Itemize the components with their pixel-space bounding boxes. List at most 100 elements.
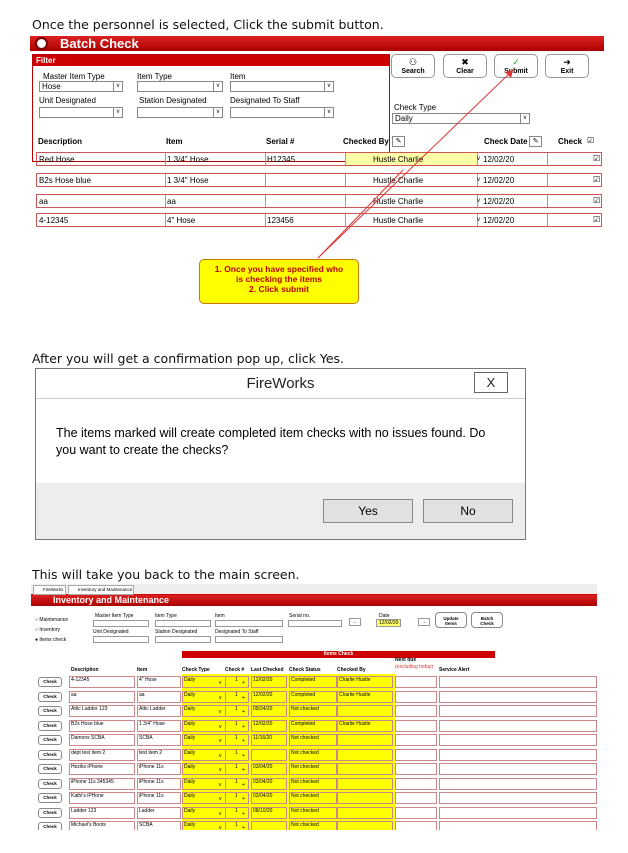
row-check-number: 1 [235, 778, 238, 785]
main-date-field[interactable]: 12/02/20 [376, 619, 402, 627]
confirmation-dialog: FireWorks X The items marked will create… [35, 368, 526, 540]
row-check-type: Daily [184, 749, 196, 756]
chevron-down-icon[interactable]: v [219, 767, 222, 773]
row-description: Damons SCBA [71, 735, 105, 741]
radio-inventory-label: Inventory [39, 627, 60, 633]
row-check-number: 1 [235, 735, 238, 741]
radio-inventory[interactable]: ○ Inventory [35, 627, 60, 633]
row-check-type: Daily [184, 706, 196, 712]
row-check-status: Not checked [291, 822, 319, 828]
chevron-down-icon[interactable]: v [219, 825, 222, 830]
table-row: Check Damons SCBA SCBA Daily 1 11/16/20 Not ch… [31, 733, 597, 748]
main-unit-select[interactable] [93, 636, 149, 643]
row-description: aa [71, 691, 77, 698]
table-row: Check B2s Hose blue 1 3/4" Hose Daily 1 12/02… [31, 719, 597, 734]
caption-confirm: After you will get a confirmation pop up… [32, 351, 345, 366]
radio-maintenance[interactable]: ○ Maintenance [35, 617, 68, 623]
increment-icon[interactable]: + [242, 695, 245, 701]
main-header-next-due-note: (excluding today) [395, 664, 434, 670]
chevron-down-icon[interactable]: v [219, 753, 222, 759]
row-check-button[interactable]: Check [38, 793, 62, 803]
row-cell-border [69, 690, 135, 703]
row-checked-by: Charlie Hustle [339, 677, 371, 683]
increment-icon[interactable]: + [242, 782, 245, 788]
chevron-down-icon[interactable]: v [219, 738, 222, 744]
chevron-down-icon[interactable]: v [219, 709, 222, 715]
main-station-select[interactable] [155, 636, 211, 643]
increment-icon[interactable]: + [242, 738, 245, 744]
no-button[interactable]: No [423, 499, 513, 523]
row-cell-border [395, 777, 437, 790]
row-description: Michael's Boots [71, 822, 106, 828]
increment-icon[interactable]: + [242, 709, 245, 715]
increment-icon[interactable]: + [242, 753, 245, 759]
row-check-button[interactable]: Check [38, 735, 62, 745]
increment-icon[interactable]: + [242, 680, 245, 686]
chevron-down-icon[interactable]: v [219, 680, 222, 686]
row-cell-border [439, 705, 597, 717]
callout-line-3: 2. Click submit [249, 284, 309, 294]
chevron-down-icon[interactable]: v [219, 811, 222, 817]
row-check-button[interactable]: Check [38, 822, 62, 830]
table-row: Check Ladder 123 Ladder Daily 1 08/10/20 Not c… [31, 806, 597, 821]
inventory-main-screen: FireWorks Inventory and Maintenance Inve… [31, 584, 597, 830]
row-last-checked: 12/02/20 [253, 677, 273, 683]
increment-icon[interactable]: + [242, 825, 245, 830]
table-row: Check Michael's Boots SCBA Daily 1 Not checke… [31, 820, 597, 830]
row-check-button[interactable]: Check [38, 778, 62, 789]
row-description: Heziks iPhone [71, 764, 103, 770]
main-serial-input[interactable] [288, 620, 342, 627]
main-item-select[interactable] [215, 620, 283, 627]
yes-button[interactable]: Yes [323, 499, 413, 523]
main-header-check-num: Check # [225, 667, 245, 673]
main-header-item: Item [137, 667, 148, 673]
main-station-label: Station Designated [155, 629, 198, 635]
row-cell-border [439, 777, 597, 790]
chevron-down-icon[interactable]: v [219, 782, 222, 788]
row-check-button[interactable]: Check [38, 749, 62, 760]
dialog-message: The items marked will create completed i… [56, 426, 486, 457]
row-checked-by: Charlie Hustle [339, 691, 371, 698]
chevron-down-icon[interactable]: v [219, 796, 222, 802]
increment-icon[interactable]: + [242, 767, 245, 773]
increment-icon[interactable]: + [242, 724, 245, 730]
row-check-number: 1 [235, 706, 238, 712]
row-check-status: Not checked [291, 778, 319, 785]
batch-check-button[interactable]: Batch Check [471, 612, 503, 628]
main-staff-select[interactable] [215, 636, 283, 643]
row-item: 4" Hose [139, 677, 157, 683]
increment-icon[interactable]: + [242, 796, 245, 802]
main-master-select[interactable] [93, 620, 149, 627]
row-cell-border [395, 748, 437, 761]
caption-main-screen: This will take you back to the main scre… [32, 567, 300, 582]
close-button[interactable]: X [474, 372, 508, 393]
row-check-number: 1 [235, 764, 238, 770]
main-title-bar: Inventory and Maintenance [31, 595, 597, 606]
row-check-button[interactable]: Check [38, 807, 62, 818]
chevron-down-icon[interactable]: v [219, 724, 222, 730]
main-header-checked-by: Checked By [337, 667, 366, 673]
row-check-button[interactable]: Check [38, 691, 62, 702]
update-items-button[interactable]: Update Items [435, 612, 467, 628]
row-cell-border [395, 806, 437, 819]
radio-items-check[interactable]: ● Items check [35, 637, 66, 643]
chevron-down-icon[interactable]: v [219, 695, 222, 701]
row-checked-by: Charlie Hustle [339, 720, 371, 727]
arrow-to-checked-by [317, 169, 404, 259]
row-check-button[interactable]: Check [38, 720, 62, 731]
row-last-checked: 08/10/20 [253, 807, 273, 814]
row-cell-border [395, 763, 437, 775]
increment-icon[interactable]: + [242, 811, 245, 817]
tab-inventory-maintenance[interactable]: Inventory and Maintenance [68, 585, 134, 595]
row-check-button[interactable]: Check [38, 706, 62, 716]
row-check-button[interactable]: Check [38, 764, 62, 774]
row-description: Kathi's iPHone [71, 793, 104, 799]
arrow-left-icon[interactable]: ← [349, 618, 361, 626]
arrow-right-icon[interactable]: → [418, 618, 430, 626]
main-item-type-select[interactable] [155, 620, 211, 627]
tab-fireworks[interactable]: FireWorks [33, 585, 66, 595]
row-check-type: Daily [184, 778, 196, 785]
main-unit-label: Unit Designated [93, 629, 129, 635]
row-check-button[interactable]: Check [38, 677, 62, 687]
radio-maintenance-label: Maintenance [39, 617, 69, 623]
